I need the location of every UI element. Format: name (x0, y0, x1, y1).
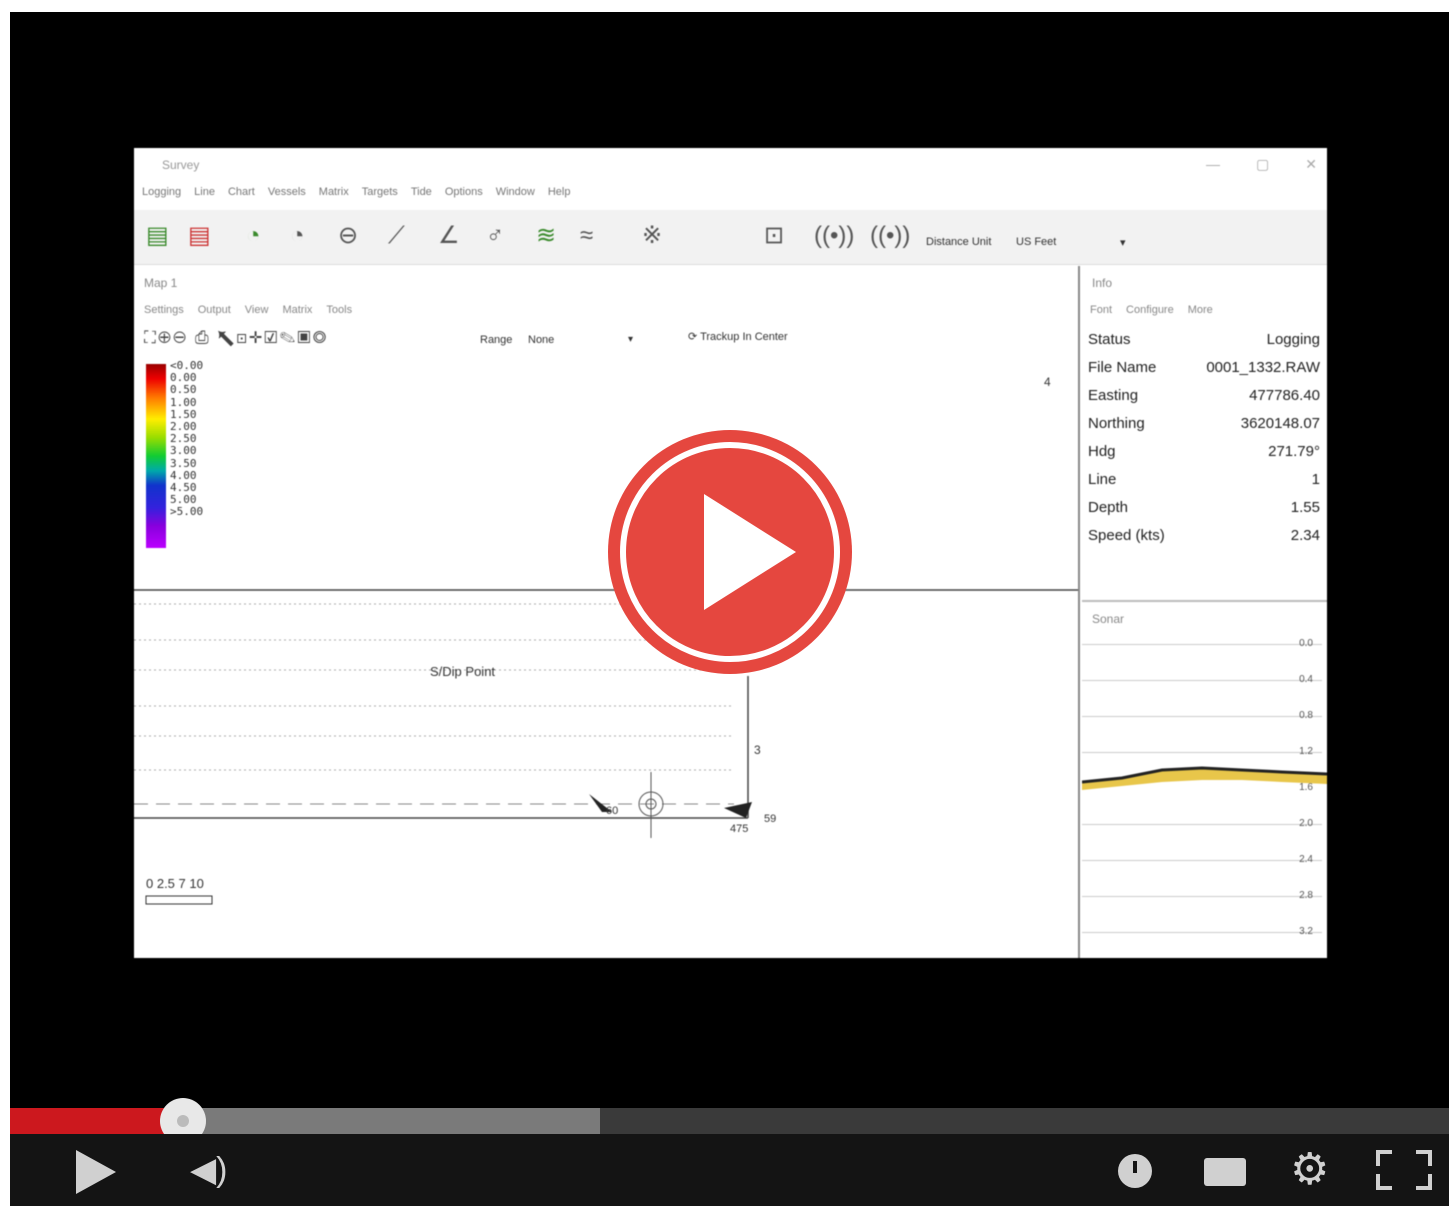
info-row: Status Logging (1088, 326, 1320, 354)
info-menu-configure: Configure (1126, 304, 1174, 316)
info-label: File Name (1088, 359, 1157, 376)
annotation-label: 3 (754, 743, 761, 757)
info-value: 1.55 (1290, 499, 1320, 516)
menu-logging: Logging (142, 186, 182, 198)
line-tool-icon: ⟋ (388, 222, 405, 249)
distance-unit-value: US Feet (1016, 236, 1057, 248)
fullscreen-icon[interactable] (1376, 1150, 1432, 1190)
info-menu-more: More (1187, 304, 1213, 316)
annotation-label: 475 (730, 823, 748, 835)
info-row: Line 1 (1088, 466, 1320, 494)
info-row: Northing 3620148.07 (1088, 410, 1320, 438)
played-bar (10, 1108, 183, 1134)
wave-icon: ≈ (580, 222, 594, 249)
map-panel: Map 1 Settings Output View Matrix Tools … (134, 266, 1080, 958)
tide-icon: ≋ (536, 222, 557, 249)
pause-logging-icon: ◔ (290, 222, 305, 249)
distance-unit-label: Distance Unit (926, 236, 992, 248)
app-title: Survey (162, 158, 200, 172)
scale-bar-label: 0 2.5 7 10 (146, 876, 204, 891)
menu-matrix: Matrix (318, 186, 349, 198)
info-table: Status Logging File Name 0001_1332.RAW Eas… (1088, 326, 1320, 550)
menu-targets: Targets (361, 186, 398, 198)
annotation-label: 4 (1044, 375, 1051, 389)
sonar-trace (1082, 766, 1327, 790)
annotation-label: 59 (764, 813, 776, 825)
grid-icon: ※ (642, 222, 663, 249)
close-icon: ✕ (1305, 156, 1317, 172)
info-panel: Info Font Configure More Status Logging F… (1082, 266, 1327, 606)
chevron-down-icon: ▾ (1120, 237, 1126, 249)
big-play-button[interactable] (608, 430, 852, 674)
info-label: Speed (kts) (1088, 527, 1165, 544)
captions-icon[interactable] (1204, 1158, 1246, 1186)
info-value: 271.79° (1268, 443, 1320, 460)
menu-chart: Chart (227, 186, 255, 198)
fullscreen-corner (1416, 1174, 1432, 1190)
info-menu: Font Configure More (1090, 304, 1213, 316)
radio-icon: ((•)) (814, 222, 855, 249)
info-label: Line (1088, 471, 1117, 488)
pdf-file-icon: ▤ (188, 222, 211, 249)
info-label: Hdg (1088, 443, 1116, 460)
fullscreen-corner (1376, 1150, 1392, 1166)
annotation-label: 60 (606, 805, 618, 817)
info-value: 2.34 (1290, 527, 1320, 544)
line-edit-icon: ∠ (438, 222, 460, 249)
menu-line: Line (194, 186, 215, 198)
menu-window: Window (495, 186, 535, 198)
watch-later-icon[interactable] (1118, 1154, 1152, 1188)
map-canvas: S/Dip Point 3 4 60 475 59 0 2.5 7 10 (134, 375, 1078, 905)
info-row: Depth 1.55 (1088, 494, 1320, 522)
menu-tide: Tide (410, 186, 432, 198)
volume-icon[interactable]: ◀) (190, 1152, 227, 1188)
point-label: S/Dip Point (430, 664, 495, 679)
progress-bar[interactable] (10, 1098, 1449, 1144)
info-value: 0001_1332.RAW (1206, 359, 1320, 376)
menu-vessels: Vessels (267, 186, 306, 198)
scale-bar (145, 895, 213, 905)
info-value: 477786.40 (1249, 387, 1320, 404)
play-icon (704, 494, 796, 610)
new-file-icon: ▤ (146, 222, 169, 249)
info-value: 1 (1311, 471, 1320, 488)
app-toolbar: ▤ ▤ ◔ ◔ ⊖ ⟋ ∠ ♂ ≋ ≈ ※ ⊡ ((•)) ((•)) Dist… (134, 210, 1327, 265)
video-player[interactable]: Survey — ▢ ✕ Logging Line Chart Vessels … (10, 12, 1449, 1206)
info-label: Northing (1088, 415, 1145, 432)
app-menubar: Logging Line Chart Vessels Matrix Target… (142, 186, 570, 198)
waypoint-icon: ♂ (486, 222, 504, 249)
info-row: Easting 477786.40 (1088, 382, 1320, 410)
info-row: Hdg 271.79° (1088, 438, 1320, 466)
fullscreen-corner (1376, 1174, 1392, 1190)
control-bar: ◀) ⚙ (10, 1134, 1449, 1206)
info-menu-font: Font (1090, 304, 1113, 316)
app-titlebar: Survey — ▢ ✕ (134, 148, 1327, 182)
stop-logging-icon: ⊖ (338, 222, 359, 249)
menu-options: Options (444, 186, 483, 198)
info-label: Easting (1088, 387, 1139, 404)
settings-gear-icon[interactable]: ⚙ (1290, 1148, 1329, 1192)
info-value: 3620148.07 (1240, 415, 1320, 432)
maximize-icon: ▢ (1256, 156, 1270, 172)
window-controls: — ▢ ✕ (1206, 156, 1317, 173)
info-label: Status (1088, 331, 1131, 348)
start-logging-icon: ◔ (246, 222, 261, 249)
minimize-icon: — (1206, 156, 1221, 172)
center-icon: ⊡ (764, 222, 785, 249)
fullscreen-corner (1416, 1150, 1432, 1166)
info-title: Info (1092, 276, 1113, 290)
info-row: Speed (kts) 2.34 (1088, 522, 1320, 550)
info-row: File Name 0001_1332.RAW (1088, 354, 1320, 382)
play-button-icon[interactable] (76, 1150, 116, 1194)
info-label: Depth (1088, 499, 1129, 516)
sonar-panel: Sonar 0.0 0.4 0.8 1.2 1.6 2.0 2.4 2.8 3.… (1082, 600, 1327, 958)
menu-help: Help (547, 186, 571, 198)
radio-alt-icon: ((•)) (870, 222, 911, 249)
info-value: Logging (1266, 331, 1320, 348)
